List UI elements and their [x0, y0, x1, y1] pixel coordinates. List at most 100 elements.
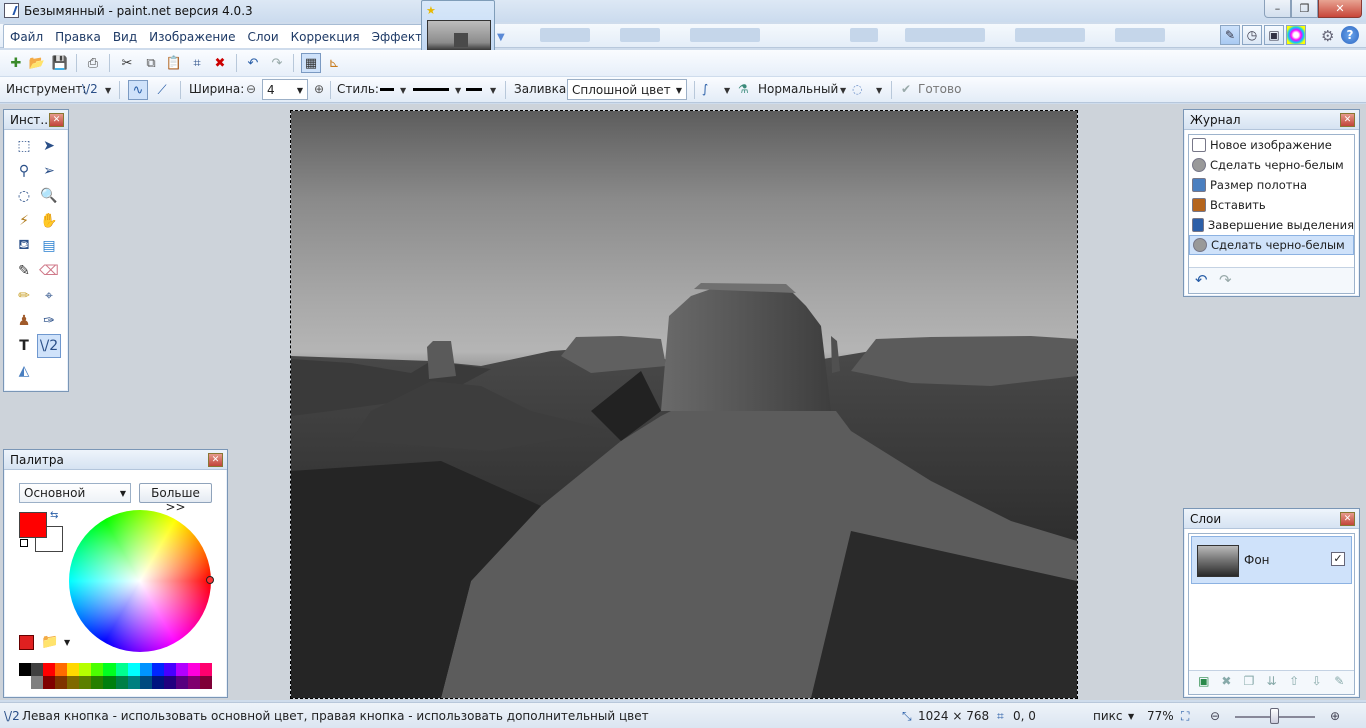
- more-button[interactable]: Больше >>: [139, 483, 212, 514]
- rectangle-select-tool-icon[interactable]: ⬚: [12, 134, 36, 158]
- width-decrease-icon[interactable]: ⊖: [246, 82, 256, 96]
- chevron-down-icon[interactable]: ▼: [724, 86, 730, 95]
- duplicate-layer-icon[interactable]: ❐: [1240, 674, 1258, 692]
- zoom-tool-icon[interactable]: 🔍: [37, 184, 61, 208]
- settings-gear-icon[interactable]: ⚙: [1321, 27, 1334, 45]
- palette-swatch[interactable]: [79, 676, 92, 689]
- chevron-down-icon[interactable]: ▼: [64, 638, 70, 647]
- clone-stamp-tool-icon[interactable]: ♟: [12, 309, 36, 333]
- layer-properties-icon[interactable]: ✎: [1330, 674, 1348, 692]
- palette-swatch[interactable]: [115, 663, 128, 676]
- help-icon[interactable]: ?: [1341, 26, 1359, 44]
- history-item[interactable]: Новое изображение: [1189, 135, 1354, 155]
- chevron-down-icon[interactable]: ▼: [1128, 712, 1134, 721]
- units-select[interactable]: пикс: [1093, 709, 1123, 723]
- maximize-button[interactable]: ❐: [1291, 0, 1318, 18]
- layers-panel-toggle-icon[interactable]: ▣: [1264, 25, 1284, 45]
- print-icon[interactable]: ⎙: [83, 53, 103, 73]
- curve-tool-icon[interactable]: ∿: [128, 80, 148, 100]
- menu-layers[interactable]: Слои: [241, 25, 284, 48]
- pan-tool-icon[interactable]: ✋: [37, 209, 61, 233]
- palette-swatch[interactable]: [199, 676, 212, 689]
- line-curve-tool-icon[interactable]: \/2: [37, 334, 61, 358]
- selection-mode-icon[interactable]: ◌: [852, 82, 862, 96]
- menu-edit[interactable]: Правка: [49, 25, 107, 48]
- move-layer-up-icon[interactable]: ⇧: [1285, 674, 1303, 692]
- rulers-icon[interactable]: ⊾: [324, 53, 344, 73]
- tools-panel-toggle-icon[interactable]: ✎: [1220, 25, 1240, 45]
- move-selection-tool-icon[interactable]: ➢: [37, 159, 61, 183]
- palette-swatch[interactable]: [127, 676, 140, 689]
- palette-swatch[interactable]: [55, 676, 68, 689]
- history-item[interactable]: Сделать черно-белым: [1189, 235, 1354, 255]
- primary-color-swatch[interactable]: [19, 512, 47, 538]
- pencil-tool-icon[interactable]: ✏: [12, 284, 36, 308]
- palette-swatch[interactable]: [31, 663, 44, 676]
- menu-adjustments[interactable]: Коррекция: [285, 25, 366, 48]
- palette-swatch[interactable]: [79, 663, 92, 676]
- current-tool-icon[interactable]: \/2: [82, 82, 98, 96]
- palette-swatch[interactable]: [19, 663, 32, 676]
- palette-swatch[interactable]: [139, 676, 152, 689]
- reset-colors-icon[interactable]: [20, 539, 28, 547]
- zoom-value[interactable]: 77%: [1147, 709, 1174, 723]
- chevron-down-icon[interactable]: ▼: [490, 86, 496, 95]
- history-panel-toggle-icon[interactable]: ◷: [1242, 25, 1262, 45]
- history-item[interactable]: Размер полотна: [1189, 175, 1354, 195]
- shapes-tool-icon[interactable]: ◭: [12, 359, 36, 383]
- palette-swatch[interactable]: [91, 663, 104, 676]
- line-end-style-icon[interactable]: [466, 88, 482, 91]
- undo-icon[interactable]: ↶: [1195, 271, 1208, 289]
- colors-panel-toggle-icon[interactable]: [1286, 25, 1306, 45]
- menu-view[interactable]: Вид: [107, 25, 143, 48]
- color-mode-select[interactable]: Основной ▼: [19, 483, 131, 503]
- line-start-style-icon[interactable]: [380, 88, 394, 91]
- minimize-button[interactable]: –: [1264, 0, 1291, 18]
- palette-swatch[interactable]: [127, 663, 140, 676]
- zoom-in-icon[interactable]: ⊕: [1330, 709, 1340, 723]
- palette-swatch[interactable]: [103, 676, 116, 689]
- save-icon[interactable]: 💾: [50, 53, 70, 73]
- blend-mode-value[interactable]: Нормальный: [758, 82, 838, 96]
- close-icon[interactable]: ✕: [49, 113, 64, 127]
- palette-swatch[interactable]: [187, 663, 200, 676]
- done-button[interactable]: Готово: [918, 82, 961, 96]
- zoom-slider-thumb[interactable]: [1270, 708, 1279, 724]
- recolor-tool-icon[interactable]: ✑: [37, 309, 61, 333]
- palette-swatch[interactable]: [199, 663, 212, 676]
- palette-swatch[interactable]: [55, 663, 68, 676]
- merge-layer-down-icon[interactable]: ⇊: [1263, 674, 1281, 692]
- chevron-down-icon[interactable]: ▼: [876, 86, 882, 95]
- chevron-down-icon[interactable]: ▼: [400, 86, 406, 95]
- color-wheel-marker[interactable]: [206, 576, 214, 584]
- lasso-select-tool-icon[interactable]: ⚲: [12, 159, 36, 183]
- chevron-down-icon[interactable]: ▼: [455, 86, 461, 95]
- width-combobox[interactable]: 4 ▼: [262, 79, 308, 100]
- history-item[interactable]: Завершение выделения: [1189, 215, 1354, 235]
- antialiasing-icon[interactable]: ∫: [702, 82, 708, 96]
- move-layer-down-icon[interactable]: ⇩: [1308, 674, 1326, 692]
- redo-icon[interactable]: ↷: [1219, 271, 1232, 289]
- close-icon[interactable]: ✕: [1340, 113, 1355, 127]
- dash-style-icon[interactable]: [413, 88, 449, 91]
- palette-swatch[interactable]: [67, 663, 80, 676]
- chevron-down-icon[interactable]: ▼: [840, 86, 846, 95]
- palette-swatch[interactable]: [187, 676, 200, 689]
- crop-icon[interactable]: ⌗: [187, 53, 207, 73]
- width-increase-icon[interactable]: ⊕: [314, 82, 324, 96]
- menu-file[interactable]: Файл: [4, 25, 49, 48]
- fill-combobox[interactable]: Сплошной цвет ▼: [567, 79, 687, 100]
- palette-swatch[interactable]: [151, 676, 164, 689]
- palette-menu-icon[interactable]: 📁: [41, 634, 58, 650]
- history-item[interactable]: Вставить: [1189, 195, 1354, 215]
- palette-swatch[interactable]: [163, 676, 176, 689]
- menu-image[interactable]: Изображение: [143, 25, 241, 48]
- color-wheel[interactable]: [69, 510, 211, 652]
- cut-icon[interactable]: ✂: [117, 53, 137, 73]
- palette-swatch[interactable]: [43, 676, 56, 689]
- palette-swatch[interactable]: [67, 676, 80, 689]
- text-tool-icon[interactable]: T: [12, 334, 36, 358]
- layer-item[interactable]: Фон ✓: [1191, 536, 1352, 584]
- palette-swatch[interactable]: [19, 676, 32, 689]
- paint-bucket-tool-icon[interactable]: ⛾: [12, 234, 36, 258]
